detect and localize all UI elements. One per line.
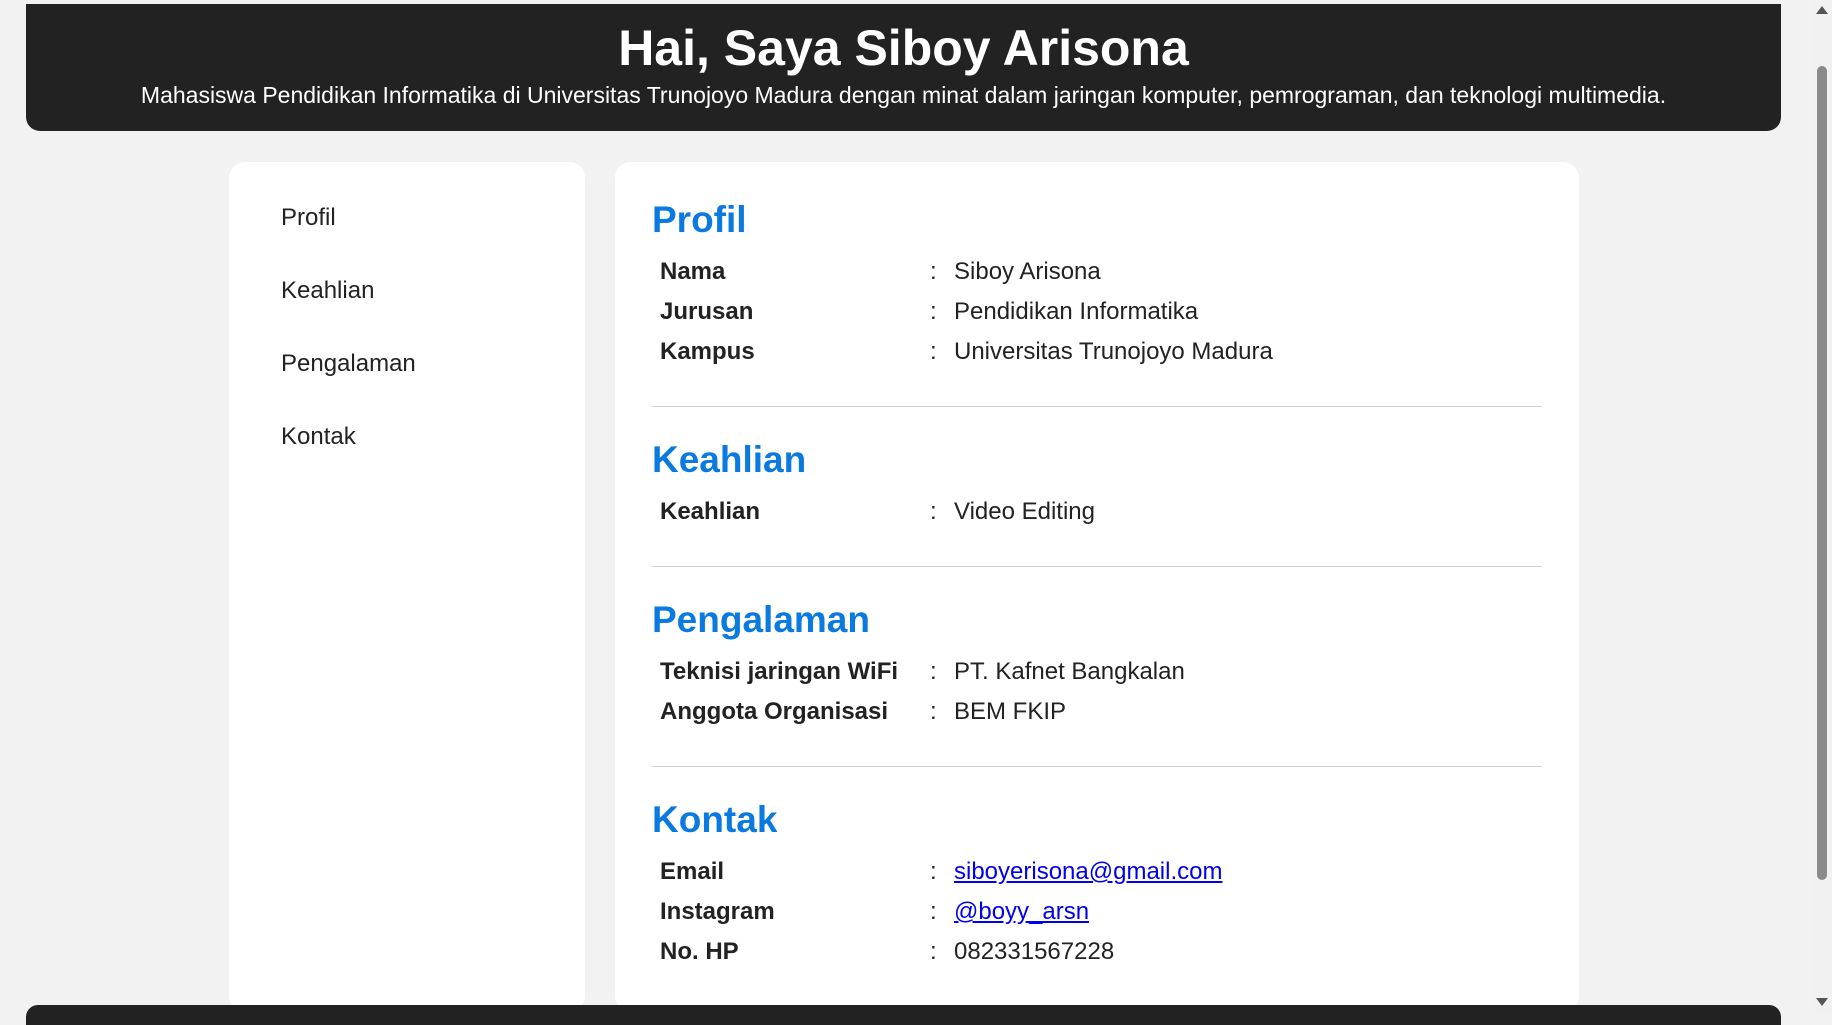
section-heading-kontak: Kontak (652, 799, 778, 840)
page-footer (26, 1005, 1781, 1025)
table-row: No. HP : 082331567228 (660, 932, 1222, 972)
row-separator: : (930, 258, 937, 285)
row-value: 082331567228 (954, 938, 1115, 965)
scroll-up-arrow-icon[interactable] (1816, 6, 1828, 14)
row-label: Anggota Organisasi (660, 698, 889, 725)
row-separator: : (930, 898, 937, 925)
table-row: Jurusan : Pendidikan Informatika (660, 292, 1273, 332)
row-value: BEM FKIP (954, 698, 1067, 725)
row-value: Universitas Trunojoyo Madura (954, 338, 1273, 365)
table-row: Instagram : @boyy_arsn (660, 892, 1222, 932)
nav-item-profil[interactable]: Profil (281, 204, 585, 232)
section-kontak: Kontak Email : siboyerisona@gmail.com In… (652, 798, 1542, 972)
main-content: Profil Nama : Siboy Arisona Jurusan : Pe… (615, 162, 1579, 1012)
row-separator: : (930, 338, 937, 365)
row-value: @boyy_arsn (954, 892, 1222, 932)
pengalaman-table: Teknisi jaringan WiFi : PT. Kafnet Bangk… (660, 652, 1185, 732)
row-separator: : (930, 938, 937, 965)
row-label: Keahlian (660, 498, 761, 525)
row-separator: : (930, 298, 937, 325)
scrollbar-thumb[interactable] (1817, 66, 1827, 880)
scroll-down-arrow-icon[interactable] (1816, 998, 1828, 1006)
row-label: Nama (660, 258, 726, 285)
section-heading-pengalaman: Pengalaman (652, 599, 870, 640)
row-label: Email (660, 858, 725, 885)
section-profil: Profil Nama : Siboy Arisona Jurusan : Pe… (652, 162, 1542, 372)
page-title: Hai, Saya Siboy Arisona (618, 20, 1189, 76)
nav-item-keahlian[interactable]: Keahlian (281, 277, 585, 305)
section-keahlian: Keahlian Keahlian : Video Editing (652, 438, 1542, 532)
row-label: Jurusan (660, 298, 754, 325)
row-label: Teknisi jaringan WiFi (660, 658, 899, 685)
table-row: Kampus : Universitas Trunojoyo Madura (660, 332, 1273, 372)
profil-table: Nama : Siboy Arisona Jurusan : Pendidika… (660, 252, 1273, 372)
table-row: Nama : Siboy Arisona (660, 252, 1273, 292)
vertical-scrollbar[interactable] (1812, 0, 1832, 1012)
section-divider (652, 406, 1542, 407)
email-link[interactable]: siboyerisona@gmail.com (954, 858, 1222, 885)
nav-item-kontak[interactable]: Kontak (281, 423, 585, 451)
keahlian-table: Keahlian : Video Editing (660, 492, 1095, 532)
nav-item-pengalaman[interactable]: Pengalaman (281, 350, 585, 378)
row-label: No. HP (660, 938, 739, 965)
table-row: Anggota Organisasi : BEM FKIP (660, 692, 1185, 732)
page-header: Hai, Saya Siboy Arisona Mahasiswa Pendid… (26, 4, 1781, 131)
row-value: PT. Kafnet Bangkalan (954, 658, 1185, 685)
row-separator: : (930, 858, 937, 885)
row-separator: : (930, 698, 937, 725)
row-label: Kampus (660, 338, 755, 365)
row-separator: : (930, 658, 937, 685)
section-heading-keahlian: Keahlian (652, 439, 807, 480)
section-heading-profil: Profil (652, 199, 747, 240)
table-row: Teknisi jaringan WiFi : PT. Kafnet Bangk… (660, 652, 1185, 692)
table-row: Keahlian : Video Editing (660, 492, 1095, 532)
table-row: Email : siboyerisona@gmail.com (660, 852, 1222, 892)
kontak-table: Email : siboyerisona@gmail.com Instagram… (660, 852, 1222, 972)
section-pengalaman: Pengalaman Teknisi jaringan WiFi : PT. K… (652, 598, 1542, 732)
row-value: Pendidikan Informatika (954, 298, 1199, 325)
row-separator: : (930, 498, 937, 525)
instagram-link[interactable]: @boyy_arsn (954, 898, 1089, 925)
page-subtitle: Mahasiswa Pendidikan Informatika di Univ… (140, 82, 1667, 108)
section-divider (652, 566, 1542, 567)
sidebar-nav: Profil Keahlian Pengalaman Kontak (229, 162, 585, 1012)
section-divider (652, 766, 1542, 767)
row-value: Siboy Arisona (954, 258, 1101, 285)
row-label: Instagram (660, 898, 775, 925)
row-value: siboyerisona@gmail.com (954, 852, 1222, 892)
row-value: Video Editing (954, 498, 1095, 525)
